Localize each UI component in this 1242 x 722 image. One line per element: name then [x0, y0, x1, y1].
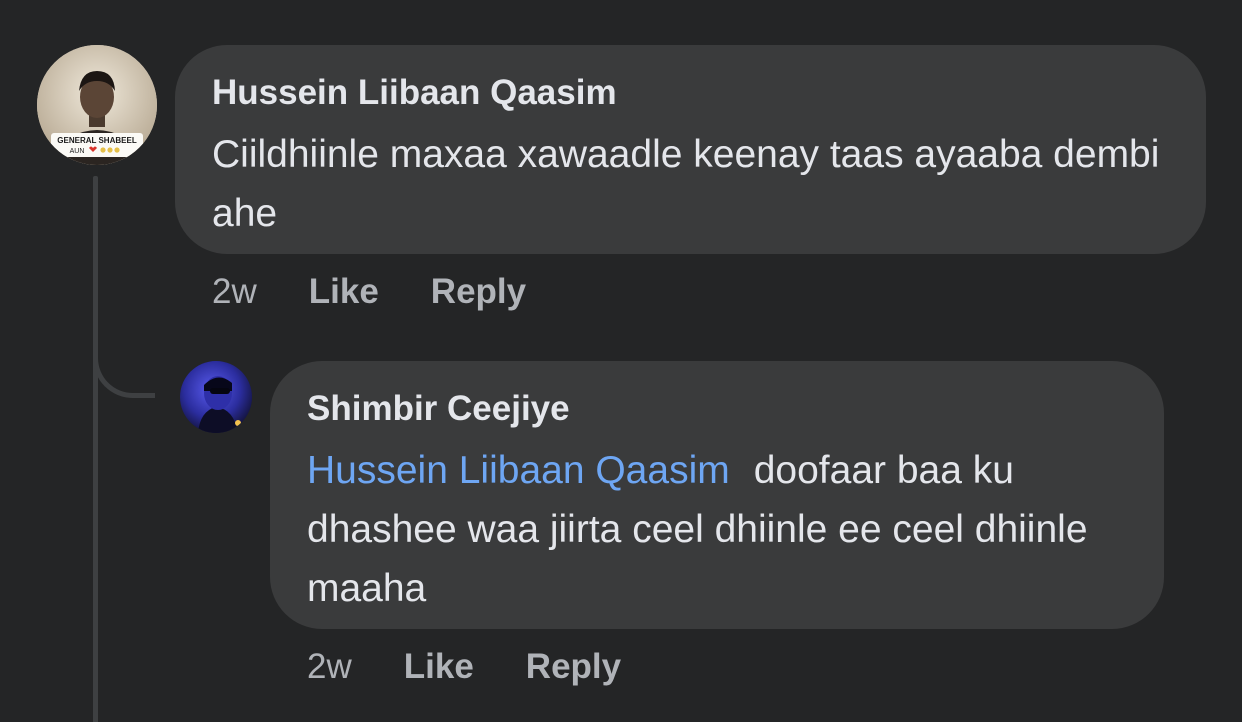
- avatar-photo: GENERAL SHABEEL AUN: [37, 45, 157, 165]
- reply-avatar[interactable]: [180, 361, 252, 433]
- reply-like-button[interactable]: Like: [404, 647, 474, 687]
- comment-text: Ciildhiinle maxaa xawaadle keenay taas a…: [212, 133, 1160, 235]
- mention-link[interactable]: Hussein Liibaan Qaasim: [307, 449, 730, 492]
- reply-timestamp[interactable]: 2w: [307, 647, 352, 687]
- reply-reply-button[interactable]: Reply: [526, 647, 621, 687]
- comment-bubble: Hussein Liibaan Qaasim Ciildhiinle maxaa…: [175, 45, 1206, 254]
- avatar[interactable]: GENERAL SHABEEL AUN: [37, 45, 157, 165]
- reply-actions: 2w Like Reply: [307, 645, 673, 689]
- reply-bubble: Shimbir Ceejiye Hussein Liibaan Qaasim do…: [270, 361, 1164, 629]
- reply-connector: [93, 300, 155, 398]
- avatar-caption-line1: GENERAL SHABEEL: [57, 136, 137, 145]
- like-button[interactable]: Like: [309, 272, 379, 312]
- comment-actions: 2w Like Reply: [212, 270, 578, 314]
- comment-timestamp[interactable]: 2w: [212, 272, 257, 312]
- thread-line: [93, 176, 98, 722]
- comment-author[interactable]: Hussein Liibaan Qaasim: [212, 73, 1170, 113]
- reply-avatar-photo: [180, 361, 252, 433]
- reply-author[interactable]: Shimbir Ceejiye: [307, 389, 1128, 429]
- comment-thread: GENERAL SHABEEL AUN Hussein Liibaan Qaas…: [0, 0, 1242, 722]
- reply-button[interactable]: Reply: [431, 272, 526, 312]
- reply-text-block: Hussein Liibaan Qaasim doofaar baa ku dha…: [307, 441, 1128, 618]
- avatar-caption-line2: AUN: [70, 148, 85, 155]
